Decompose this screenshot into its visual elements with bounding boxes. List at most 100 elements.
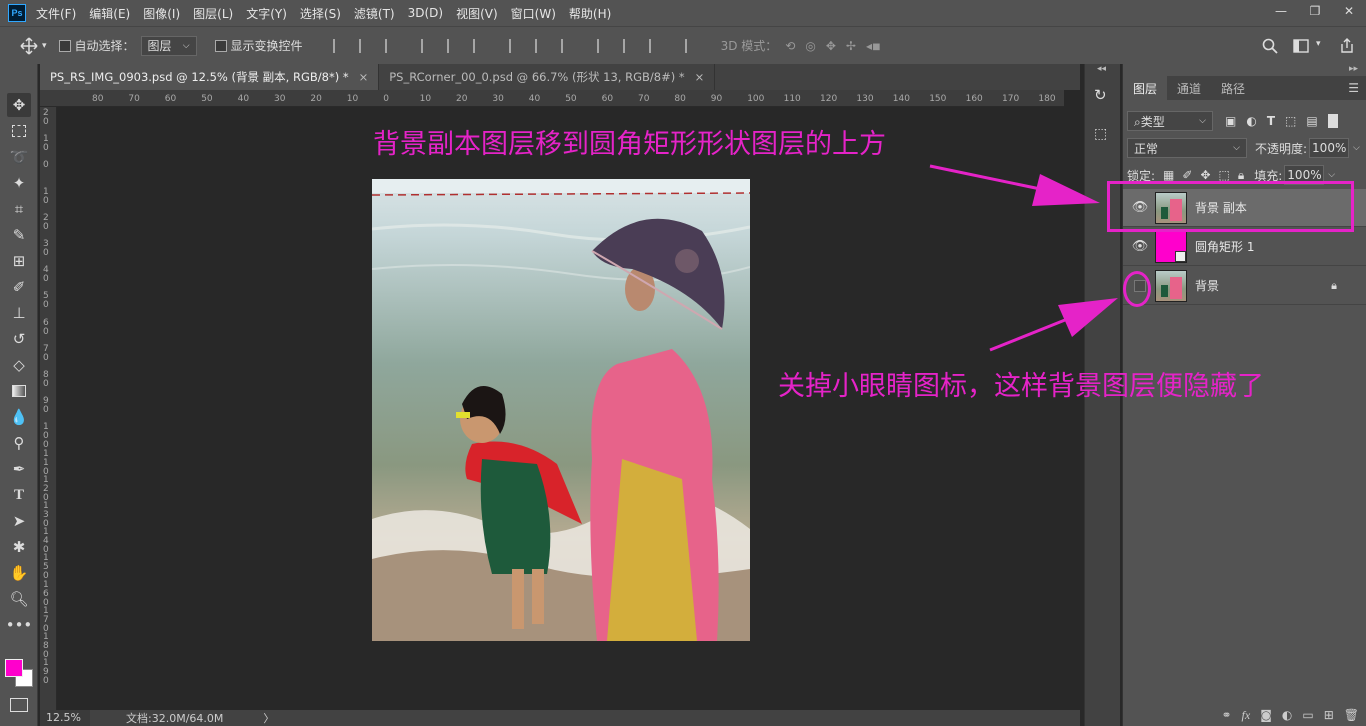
menu-3d[interactable]: 3D(D) — [408, 6, 443, 20]
link-icon[interactable]: ⚭ — [1221, 708, 1231, 722]
custom-shape-tool-icon[interactable]: ✱ — [7, 535, 31, 559]
lock-transparent-icon[interactable]: ▦ — [1163, 168, 1174, 182]
move-tool-icon[interactable] — [20, 36, 38, 55]
foreground-color-swatch[interactable] — [5, 659, 23, 677]
marquee-tool-icon[interactable] — [7, 119, 31, 143]
menu-filter[interactable]: 滤镜(T) — [354, 5, 395, 22]
align-vcenter-icon[interactable] — [358, 38, 373, 53]
tab-document-2[interactable]: PS_RCorner_00_0.psd @ 66.7% (形状 13, RGB/… — [379, 64, 716, 90]
lock-position-icon[interactable]: ✥ — [1200, 168, 1210, 182]
filter-shape-icon[interactable]: ⬚ — [1285, 114, 1296, 128]
mask-icon[interactable]: ◙ — [1260, 708, 1272, 722]
align-bottom-icon[interactable] — [384, 38, 399, 53]
document-image[interactable] — [372, 179, 750, 641]
history-panel-icon[interactable]: ↻ — [1094, 86, 1112, 104]
lock-artboard-icon[interactable]: ⬚ — [1219, 168, 1230, 182]
menu-window[interactable]: 窗口(W) — [511, 5, 556, 22]
menu-select[interactable]: 选择(S) — [300, 5, 341, 22]
search-icon[interactable] — [1262, 38, 1278, 54]
chevron-down-icon[interactable]: ⌵ — [1353, 143, 1360, 153]
stamp-tool-icon[interactable]: ⊥ — [7, 301, 31, 325]
3d-roll-icon[interactable]: ◎ — [805, 39, 815, 53]
filter-adjust-icon[interactable]: ◐ — [1246, 114, 1256, 128]
adjustment-icon[interactable]: ◐ — [1282, 708, 1292, 722]
collapse-icon[interactable]: ◂◂ — [1097, 64, 1106, 74]
eyedropper-tool-icon[interactable]: ✎ — [7, 223, 31, 247]
distribute-right-icon[interactable] — [648, 38, 663, 53]
new-layer-icon[interactable]: ⊞ — [1324, 708, 1334, 722]
layer-name[interactable]: 背景 — [1195, 277, 1219, 294]
collapse-icon[interactable]: ▸▸ — [1349, 64, 1358, 74]
distribute-vcenter-icon[interactable] — [534, 38, 549, 53]
align-left-icon[interactable] — [420, 38, 435, 53]
pen-tool-icon[interactable]: ✒ — [7, 457, 31, 481]
layer-row-background[interactable]: 背景 🔒︎ — [1123, 267, 1366, 305]
filter-image-icon[interactable]: ▣ — [1225, 114, 1236, 128]
filter-toggle[interactable] — [1327, 114, 1338, 128]
layer-row-rounded-rect[interactable]: 👁︎ 圆角矩形 1 — [1123, 228, 1366, 266]
auto-align-icon[interactable] — [684, 38, 699, 53]
zoom-tool-icon[interactable]: 🔍︎ — [7, 587, 31, 611]
chevron-down-icon[interactable]: ⌵ — [1328, 170, 1335, 180]
tab-paths[interactable]: 路径 — [1211, 76, 1255, 100]
3d-drag-icon[interactable]: ✥ — [826, 39, 836, 53]
chevron-down-icon[interactable]: ▾ — [1316, 39, 1321, 49]
3d-panel-icon[interactable]: ⬚ — [1094, 126, 1112, 144]
menu-view[interactable]: 视图(V) — [456, 5, 498, 22]
distribute-left-icon[interactable] — [596, 38, 611, 53]
quick-mask-icon[interactable] — [10, 698, 28, 712]
hand-tool-icon[interactable]: ✋ — [7, 561, 31, 585]
trash-icon[interactable]: 🗑︎ — [1344, 708, 1359, 722]
folder-icon[interactable]: ▭ — [1302, 708, 1313, 722]
chevron-down-icon[interactable]: ▾ — [42, 41, 47, 51]
menu-image[interactable]: 图像(I) — [143, 5, 180, 22]
brush-tool-icon[interactable]: ✐ — [7, 275, 31, 299]
type-tool-icon[interactable]: T — [7, 483, 31, 507]
opacity-input[interactable]: 100% — [1309, 138, 1350, 158]
share-icon[interactable] — [1340, 38, 1354, 54]
auto-select-checkbox[interactable] — [58, 39, 71, 52]
align-top-icon[interactable] — [332, 38, 347, 53]
menu-edit[interactable]: 编辑(E) — [89, 5, 130, 22]
layer-name[interactable]: 圆角矩形 1 — [1195, 238, 1254, 255]
close-icon[interactable]: × — [695, 70, 705, 84]
menu-file[interactable]: 文件(F) — [36, 5, 76, 22]
align-hcenter-icon[interactable] — [446, 38, 461, 53]
path-selection-tool-icon[interactable]: ➤ — [7, 509, 31, 533]
show-transform-checkbox[interactable] — [214, 39, 227, 52]
workspace-icon[interactable] — [1293, 39, 1309, 53]
panel-menu-icon[interactable]: ☰ — [1348, 81, 1359, 95]
auto-select-dropdown[interactable]: 图层 ⌵ — [140, 35, 197, 56]
tab-document-1[interactable]: PS_RS_IMG_0903.psd @ 12.5% (背景 副本, RGB/8… — [40, 64, 380, 90]
eraser-tool-icon[interactable]: ◇ — [7, 353, 31, 377]
eye-icon[interactable]: 👁︎ — [1127, 228, 1153, 266]
close-button[interactable]: ✕ — [1332, 0, 1366, 22]
lasso-tool-icon[interactable]: ➰ — [7, 145, 31, 169]
minimize-button[interactable]: — — [1264, 0, 1298, 22]
healing-brush-tool-icon[interactable]: ⊞ — [7, 249, 31, 273]
restore-button[interactable]: ❐ — [1298, 0, 1332, 22]
3d-rotate-icon[interactable]: ⟲ — [785, 39, 795, 53]
layer-filter-dropdown[interactable]: ⌕类型 ⌵ — [1127, 111, 1213, 131]
dodge-tool-icon[interactable]: ⚲ — [7, 431, 31, 455]
move-tool-icon[interactable]: ✥ — [7, 93, 31, 117]
close-icon[interactable]: × — [359, 70, 369, 84]
menu-type[interactable]: 文字(Y) — [246, 5, 287, 22]
distribute-hcenter-icon[interactable] — [622, 38, 637, 53]
3d-slide-icon[interactable]: ✢ — [846, 39, 856, 53]
magic-wand-tool-icon[interactable]: ✦ — [7, 171, 31, 195]
blur-tool-icon[interactable]: 💧 — [7, 405, 31, 429]
more-tools-icon[interactable]: ••• — [6, 613, 33, 637]
distribute-bottom-icon[interactable] — [560, 38, 575, 53]
zoom-level[interactable]: 12.5% — [40, 710, 90, 726]
blend-mode-dropdown[interactable]: 正常 ⌵ — [1127, 138, 1247, 158]
gradient-tool-icon[interactable] — [7, 379, 31, 403]
history-brush-tool-icon[interactable]: ↺ — [7, 327, 31, 351]
menu-help[interactable]: 帮助(H) — [569, 5, 611, 22]
crop-tool-icon[interactable]: ⌗ — [7, 197, 31, 221]
lock-pixels-icon[interactable]: ✐ — [1182, 168, 1192, 182]
filter-type-icon[interactable]: T — [1267, 114, 1275, 128]
3d-scale-icon[interactable]: ◂◾ — [866, 39, 881, 53]
tab-layers[interactable]: 图层 — [1123, 76, 1168, 100]
align-right-icon[interactable] — [472, 38, 487, 53]
